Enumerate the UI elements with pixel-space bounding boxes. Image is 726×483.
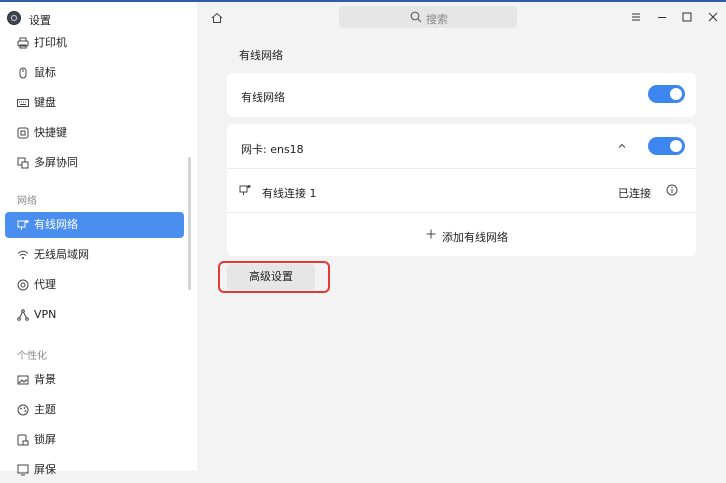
sidebar-item-label: 打印机 [34, 36, 67, 49]
search-box[interactable]: 搜索 [339, 6, 517, 28]
info-icon[interactable] [666, 184, 678, 196]
wired-network-label: 有线网络 [241, 91, 285, 104]
sidebar-item-multi-screen[interactable]: 多屏协同 [5, 150, 184, 176]
search-icon [410, 11, 422, 23]
wired-network-toggle[interactable] [648, 85, 685, 103]
search-placeholder: 搜索 [426, 13, 448, 26]
nic-card: 网卡: ens18 有线连接 1 已连接 添加有线网络 [227, 124, 696, 256]
screensaver-icon [17, 464, 29, 476]
wired-connection-row[interactable]: 有线连接 1 已连接 [227, 169, 696, 211]
sidebar-item-wired-network[interactable]: 有线网络 [5, 212, 184, 238]
sidebar-item-label: 快捷键 [34, 126, 67, 139]
home-icon[interactable] [211, 12, 223, 24]
main-panel: 搜索 有线网络 有线网络 网卡: ens18 有线连接 1 已连接 添加有线网络… [197, 2, 726, 471]
sidebar-item-label: 锁屏 [34, 433, 56, 446]
toggle-knob [670, 140, 682, 152]
sidebar-item-background[interactable]: 背景 [5, 367, 184, 393]
sidebar-item-label: 鼠标 [34, 66, 56, 79]
connection-name: 有线连接 1 [262, 187, 317, 200]
vpn-icon [17, 309, 29, 321]
sidebar: 设置 打印机 鼠标 键盘 快捷键 多屏协同 网络 有线网络 无线局域网 代理 V… [0, 2, 197, 476]
sidebar-item-label: VPN [34, 308, 57, 321]
sidebar-item-wifi[interactable]: 无线局域网 [5, 242, 184, 268]
sidebar-item-label: 键盘 [34, 96, 56, 109]
keyboard-icon [17, 97, 29, 109]
sidebar-item-shortcuts[interactable]: 快捷键 [5, 120, 184, 146]
toggle-knob [670, 88, 682, 100]
sidebar-item-keyboard[interactable]: 键盘 [5, 90, 184, 116]
sidebar-item-label: 屏保 [34, 463, 56, 476]
wifi-icon [17, 249, 29, 261]
sidebar-item-screensaver[interactable]: 屏保 [5, 457, 184, 483]
lock-screen-icon [17, 434, 29, 446]
sidebar-item-label: 背景 [34, 373, 56, 386]
sidebar-item-mouse[interactable]: 鼠标 [5, 60, 184, 86]
section-network-heading: 网络 [17, 196, 37, 207]
mouse-icon [17, 67, 29, 79]
minimize-icon[interactable] [656, 11, 668, 23]
app-title: 设置 [29, 14, 51, 27]
wired-network-icon [17, 219, 29, 231]
printer-icon [17, 37, 29, 49]
nic-toggle[interactable] [648, 137, 685, 155]
sidebar-item-label: 主题 [34, 403, 56, 416]
connection-status: 已连接 [618, 187, 651, 200]
shortcut-icon [17, 127, 29, 139]
close-icon[interactable] [707, 11, 719, 23]
plus-icon [425, 228, 437, 240]
section-personalization-heading: 个性化 [17, 351, 47, 362]
multi-screen-icon [17, 157, 29, 169]
add-wired-network-button[interactable]: 添加有线网络 [227, 213, 696, 256]
sidebar-item-label: 多屏协同 [34, 156, 78, 169]
nic-label: 网卡: ens18 [241, 143, 304, 156]
chevron-up-icon[interactable] [616, 140, 628, 152]
sidebar-item-label: 无线局域网 [34, 248, 89, 261]
sidebar-item-label: 有线网络 [34, 218, 78, 231]
sidebar-scrollbar[interactable] [188, 157, 191, 290]
sidebar-item-theme[interactable]: 主题 [5, 397, 184, 423]
theme-icon [17, 404, 29, 416]
add-wired-network-label: 添加有线网络 [442, 231, 508, 244]
sidebar-item-label: 代理 [34, 278, 56, 291]
sidebar-item-lock-screen[interactable]: 锁屏 [5, 427, 184, 453]
wired-connection-icon [239, 184, 251, 196]
background-icon [17, 374, 29, 386]
wired-network-card: 有线网络 [227, 73, 696, 117]
sidebar-item-vpn[interactable]: VPN [5, 302, 184, 328]
maximize-icon[interactable] [681, 11, 693, 23]
proxy-icon [17, 279, 29, 291]
highlight-box [218, 261, 330, 293]
sidebar-item-proxy[interactable]: 代理 [5, 272, 184, 298]
sidebar-item-printer[interactable]: 打印机 [5, 30, 184, 56]
menu-icon[interactable] [630, 11, 642, 23]
page-title: 有线网络 [239, 49, 283, 62]
settings-app-icon [7, 11, 21, 25]
